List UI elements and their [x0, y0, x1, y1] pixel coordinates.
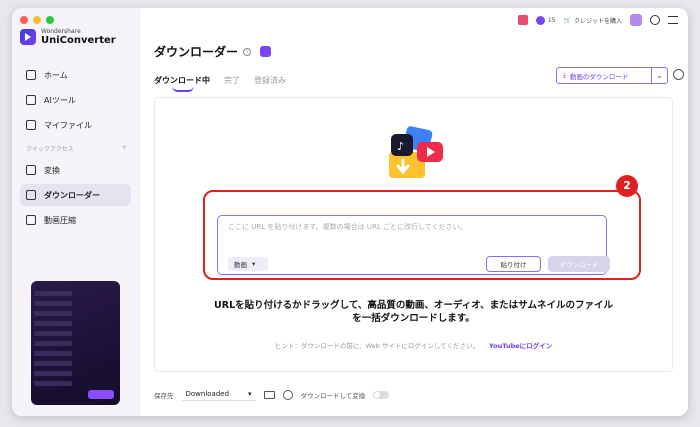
app-logo: Wondershare UniConverter [20, 28, 116, 46]
top-toolbar: 15 🛒 クレジットを購入 [517, 14, 678, 26]
chevron-down-icon[interactable]: ⌄ [651, 68, 667, 83]
promo-decor [34, 341, 72, 346]
quick-access-label: クイックアクセス [26, 146, 74, 153]
promo-cta-button[interactable] [88, 390, 114, 399]
sidebar-item-compress[interactable]: 動画圧縮 [20, 209, 131, 231]
save-location-label: 保存先 [154, 391, 174, 400]
promo-decor [34, 361, 72, 366]
gear-icon[interactable] [673, 69, 684, 80]
page-title: ダウンローダー i [154, 43, 272, 60]
save-location-select[interactable]: Downloaded ▾ [181, 388, 256, 401]
sidebar-item-label: 動画圧縮 [44, 215, 76, 225]
clock-icon[interactable] [282, 389, 293, 400]
annotation-step-badge: 2 [616, 175, 638, 197]
quick-access-header: クイックアクセス + [26, 144, 127, 153]
promo-decor [34, 311, 72, 316]
promo-banner[interactable] [31, 281, 120, 405]
download-convert-label: ダウンロードして変換 [300, 391, 366, 400]
avatar[interactable] [630, 14, 642, 26]
chat-icon[interactable] [650, 15, 660, 25]
add-quick-access-icon[interactable]: + [122, 144, 127, 153]
downloader-icon [26, 190, 36, 200]
ai-tools-icon [26, 95, 36, 105]
youtube-login-link[interactable]: YouTubeにログイン [489, 342, 552, 350]
sidebar: Wondershare UniConverter ホーム AIツール マイファイ… [12, 8, 140, 416]
download-video-label: 動画のダウンロード [569, 72, 629, 81]
convert-icon [26, 165, 36, 175]
sidebar-item-label: ホーム [44, 70, 68, 80]
promo-decor [34, 351, 72, 356]
page-title-text: ダウンローダー [154, 45, 239, 59]
sidebar-item-my-files[interactable]: マイファイル [20, 114, 131, 136]
tab-downloading[interactable]: ダウンロード中 [154, 75, 210, 92]
svg-text:♪: ♪ [397, 140, 404, 153]
credits-count: 15 [547, 16, 556, 24]
footer-bar: 保存先 Downloaded ▾ ダウンロードして変換 [154, 388, 390, 401]
close-window-button[interactable] [20, 16, 28, 24]
minimize-window-button[interactable] [33, 16, 41, 24]
instruction-line-2: を一括ダウンロードします。 [352, 313, 475, 324]
sidebar-item-ai-tools[interactable]: AIツール [20, 89, 131, 111]
media-illustration-icon: ♪ [389, 126, 443, 178]
download-convert-toggle[interactable] [373, 390, 390, 399]
download-tabs: ダウンロード中 完了 登録済み [154, 75, 286, 92]
sidebar-item-convert[interactable]: 変換 [20, 159, 131, 181]
promo-decor [34, 321, 72, 326]
sidebar-item-label: ダウンローダー [44, 190, 100, 200]
window-controls [20, 16, 54, 24]
download-icon: ⤓ [563, 71, 566, 79]
folder-icon[interactable] [263, 390, 275, 399]
menu-icon[interactable] [668, 16, 678, 24]
plugin-icon[interactable] [260, 46, 272, 57]
promo-decor [34, 301, 72, 306]
promo-decor [34, 331, 72, 336]
brand-name: UniConverter [41, 35, 116, 46]
tab-registered[interactable]: 登録済み [254, 75, 286, 86]
sidebar-item-label: AIツール [44, 95, 76, 105]
credit-coin-icon [535, 15, 545, 25]
buy-credits-link[interactable]: 🛒 クレジットを購入 [564, 16, 623, 25]
brand-small: Wondershare [41, 28, 81, 35]
caret-down-icon: ▾ [247, 390, 252, 398]
credits-indicator[interactable]: 15 [535, 15, 556, 25]
compress-icon [26, 215, 36, 225]
maximize-window-button[interactable] [46, 16, 54, 24]
gift-icon[interactable] [517, 15, 528, 25]
uniconverter-logo-icon [20, 29, 36, 45]
instruction-text: URLを貼り付けるかドラッグして、高品質の動画、オーディオ、またはサムネイルのフ… [155, 299, 672, 325]
sidebar-item-label: 変換 [44, 165, 60, 175]
info-icon[interactable]: i [243, 47, 252, 56]
promo-decor [34, 291, 72, 296]
cart-icon: 🛒 [563, 16, 571, 24]
login-hint: ヒント：ダウンロードの前に、Web サイトにログインしてください。 YouTub… [155, 340, 672, 350]
sidebar-item-label: マイファイル [44, 120, 92, 130]
buy-credits-label: クレジットを購入 [573, 17, 622, 25]
sidebar-nav: ホーム AIツール マイファイル クイックアクセス + 変換 ダウンローダー 動… [20, 64, 131, 234]
promo-decor [34, 371, 72, 376]
instruction-line-1: URLを貼り付けるかドラッグして、高品質の動画、オーディオ、またはサムネイルのフ… [214, 300, 613, 311]
home-icon [26, 70, 36, 80]
hint-text: ヒント：ダウンロードの前に、Web サイトにログインしてください。 [274, 342, 479, 350]
my-files-icon [26, 120, 36, 130]
save-location-value: Downloaded [185, 390, 230, 398]
sidebar-item-home[interactable]: ホーム [20, 64, 131, 86]
promo-decor [34, 381, 72, 386]
sidebar-item-downloader[interactable]: ダウンローダー [20, 184, 131, 206]
download-video-button[interactable]: ⤓ 動画のダウンロード ⌄ [556, 67, 668, 84]
annotation-highlight-frame [203, 190, 641, 280]
tab-completed[interactable]: 完了 [224, 75, 240, 86]
